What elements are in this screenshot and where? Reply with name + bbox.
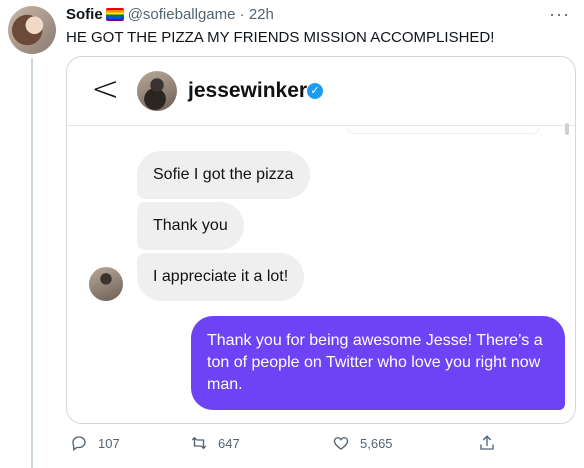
- share-button[interactable]: [478, 434, 506, 452]
- separator: ·: [239, 6, 245, 23]
- tweet-text: HE GOT THE PIZZA MY FRIENDS MISSION ACCO…: [66, 29, 495, 46]
- share-icon: [480, 435, 494, 450]
- retweet-icon: [191, 436, 207, 450]
- back-chevron-icon[interactable]: <: [91, 69, 120, 109]
- reply-icon: [72, 436, 86, 452]
- message-bubble-received: I appreciate it a lot!: [137, 253, 305, 301]
- like-count: 5,665: [360, 435, 393, 451]
- dm-header: < jessewinker ✓: [67, 57, 575, 126]
- more-options-icon[interactable]: ···: [549, 4, 570, 25]
- tweet-time[interactable]: 22h: [249, 6, 274, 23]
- message-bubble-received: Thank you: [137, 202, 244, 250]
- previous-message-edge: [347, 127, 539, 134]
- tweet-header: Sofie @sofieballgame · 22h: [66, 6, 274, 24]
- author-handle[interactable]: @sofieballgame: [128, 6, 236, 23]
- dm-avatar[interactable]: [137, 71, 177, 111]
- heart-icon: [333, 437, 349, 450]
- reply-button[interactable]: 107: [70, 434, 120, 452]
- verified-badge-icon: ✓: [307, 83, 323, 99]
- reply-count: 107: [98, 435, 120, 451]
- dm-username[interactable]: jessewinker: [188, 79, 307, 103]
- message-bubble-sent: Thank you for being awesome Jesse! There…: [191, 316, 565, 410]
- scrollbar[interactable]: [565, 123, 569, 135]
- like-button[interactable]: 5,665: [332, 434, 393, 452]
- retweet-button[interactable]: 647: [190, 434, 240, 452]
- author-name[interactable]: Sofie: [66, 6, 103, 23]
- author-avatar[interactable]: [8, 6, 56, 54]
- retweet-count: 647: [218, 435, 240, 451]
- sender-avatar: [89, 267, 123, 301]
- tweet-media-screenshot[interactable]: < jessewinker ✓ Sofie I got the pizza Th…: [66, 56, 576, 424]
- thread-line: [31, 58, 33, 468]
- tweet-actions: 107 647 5,665: [66, 434, 566, 458]
- message-bubble-received: Sofie I got the pizza: [137, 151, 310, 199]
- rainbow-flag-icon: [105, 8, 124, 21]
